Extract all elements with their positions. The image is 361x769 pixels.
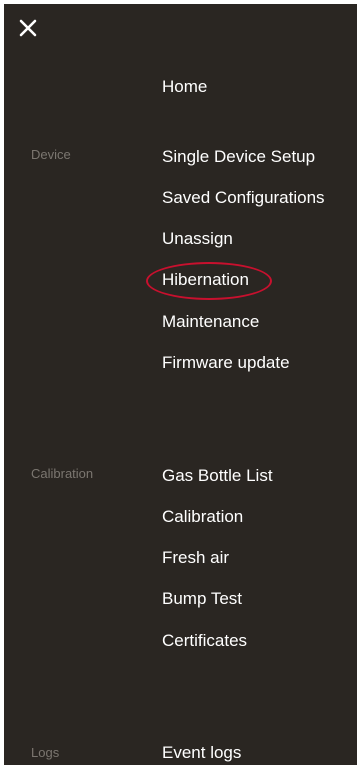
- menu-item-calibration[interactable]: Calibration: [162, 506, 243, 528]
- menu-item-single-device-setup[interactable]: Single Device Setup: [162, 146, 315, 168]
- section-label-calibration: Calibration: [31, 466, 94, 481]
- menu-item-fresh-air[interactable]: Fresh air: [162, 547, 229, 569]
- menu-item-unassign[interactable]: Unassign: [162, 228, 233, 250]
- menu-item-saved-configurations[interactable]: Saved Configurations: [162, 187, 325, 209]
- menu-item-event-logs[interactable]: Event logs: [162, 742, 241, 764]
- close-icon: [19, 19, 37, 37]
- menu-item-maintenance[interactable]: Maintenance: [162, 311, 259, 333]
- menu-item-home[interactable]: Home: [162, 76, 207, 98]
- menu-item-firmware-update[interactable]: Firmware update: [162, 352, 290, 374]
- navigation-menu: Home Device Single Device Setup Saved Co…: [4, 4, 357, 765]
- section-label-device: Device: [31, 147, 71, 162]
- section-label-logs: Logs: [31, 745, 60, 760]
- menu-item-bump-test[interactable]: Bump Test: [162, 588, 242, 610]
- close-button[interactable]: [16, 16, 40, 40]
- menu-item-hibernation[interactable]: Hibernation: [162, 269, 249, 291]
- menu-item-certificates[interactable]: Certificates: [162, 630, 247, 652]
- menu-item-gas-bottle-list[interactable]: Gas Bottle List: [162, 465, 273, 487]
